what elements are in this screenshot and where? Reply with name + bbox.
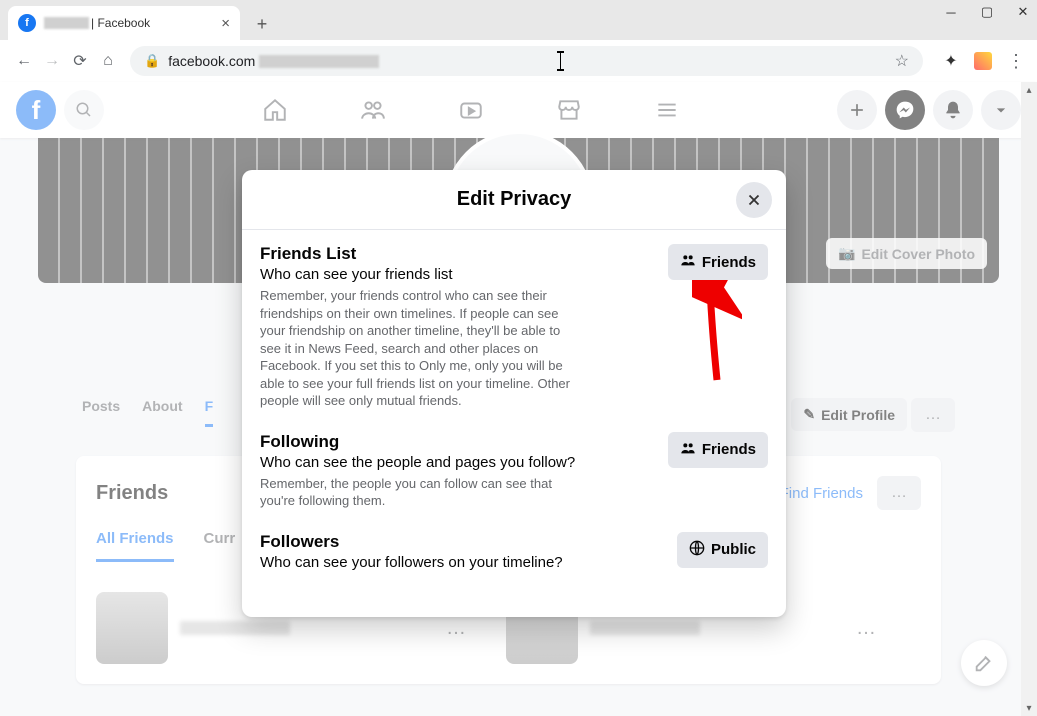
nav-home[interactable]: ⌂: [94, 47, 122, 75]
text-cursor: [560, 53, 561, 69]
section-description: Remember, your friends control who can s…: [260, 287, 570, 410]
section-title: Following: [260, 432, 656, 452]
scrollbar[interactable]: ▴ ▾: [1021, 82, 1037, 716]
scroll-down-icon[interactable]: ▾: [1021, 700, 1037, 716]
nav-reload[interactable]: ⟳: [66, 47, 94, 75]
friends-icon: [680, 440, 696, 460]
tab-close-icon[interactable]: ×: [221, 15, 230, 32]
extensions-icon[interactable]: ✦: [939, 49, 963, 73]
window-minimize[interactable]: ─: [945, 6, 957, 18]
lock-icon: 🔒: [144, 53, 160, 69]
audience-selector-button[interactable]: Public: [677, 532, 768, 568]
audience-selector-button[interactable]: Friends: [668, 244, 768, 280]
section-description: Remember, the people you can follow can …: [260, 475, 570, 510]
browser-menu-icon[interactable]: ⋮: [1003, 49, 1027, 73]
section-title: Followers: [260, 532, 665, 552]
privacy-section: Friends List Who can see your friends lis…: [260, 244, 768, 410]
section-subtitle: Who can see the people and pages you fol…: [260, 454, 656, 471]
url-host: facebook.com: [168, 53, 255, 69]
url-path-redacted: [259, 55, 379, 68]
bookmark-star-icon[interactable]: ☆: [895, 51, 909, 71]
extension-colored-icon[interactable]: [971, 49, 995, 73]
nav-forward[interactable]: →: [38, 47, 66, 75]
privacy-section: Followers Who can see your followers on y…: [260, 532, 768, 575]
privacy-section: Following Who can see the people and page…: [260, 432, 768, 510]
address-bar[interactable]: 🔒 facebook.com ☆: [130, 46, 923, 76]
window-maximize[interactable]: ▢: [981, 6, 993, 18]
audience-label: Friends: [702, 254, 756, 271]
new-tab-button[interactable]: +: [248, 10, 276, 38]
window-close[interactable]: ✕: [1017, 6, 1029, 18]
audience-label: Friends: [702, 441, 756, 458]
audience-selector-button[interactable]: Friends: [668, 432, 768, 468]
audience-label: Public: [711, 541, 756, 558]
browser-chrome: ─ ▢ ✕ f | Facebook × + ← → ⟳ ⌂ 🔒 faceboo…: [0, 0, 1037, 82]
tab-title-suffix: | Facebook: [91, 16, 150, 30]
modal-title: Edit Privacy: [457, 188, 572, 211]
globe-icon: [689, 540, 705, 560]
edit-privacy-modal: Edit Privacy Friends List Who can see you…: [242, 170, 786, 617]
facebook-favicon: f: [18, 14, 36, 32]
section-subtitle: Who can see your friends list: [260, 266, 656, 283]
modal-close-button[interactable]: [736, 182, 772, 218]
nav-back[interactable]: ←: [10, 47, 38, 75]
tab-title-redacted: [44, 17, 89, 29]
section-subtitle: Who can see your followers on your timel…: [260, 554, 665, 571]
friends-icon: [680, 252, 696, 272]
section-title: Friends List: [260, 244, 656, 264]
scroll-up-icon[interactable]: ▴: [1021, 82, 1037, 98]
browser-tab[interactable]: f | Facebook ×: [8, 6, 240, 40]
